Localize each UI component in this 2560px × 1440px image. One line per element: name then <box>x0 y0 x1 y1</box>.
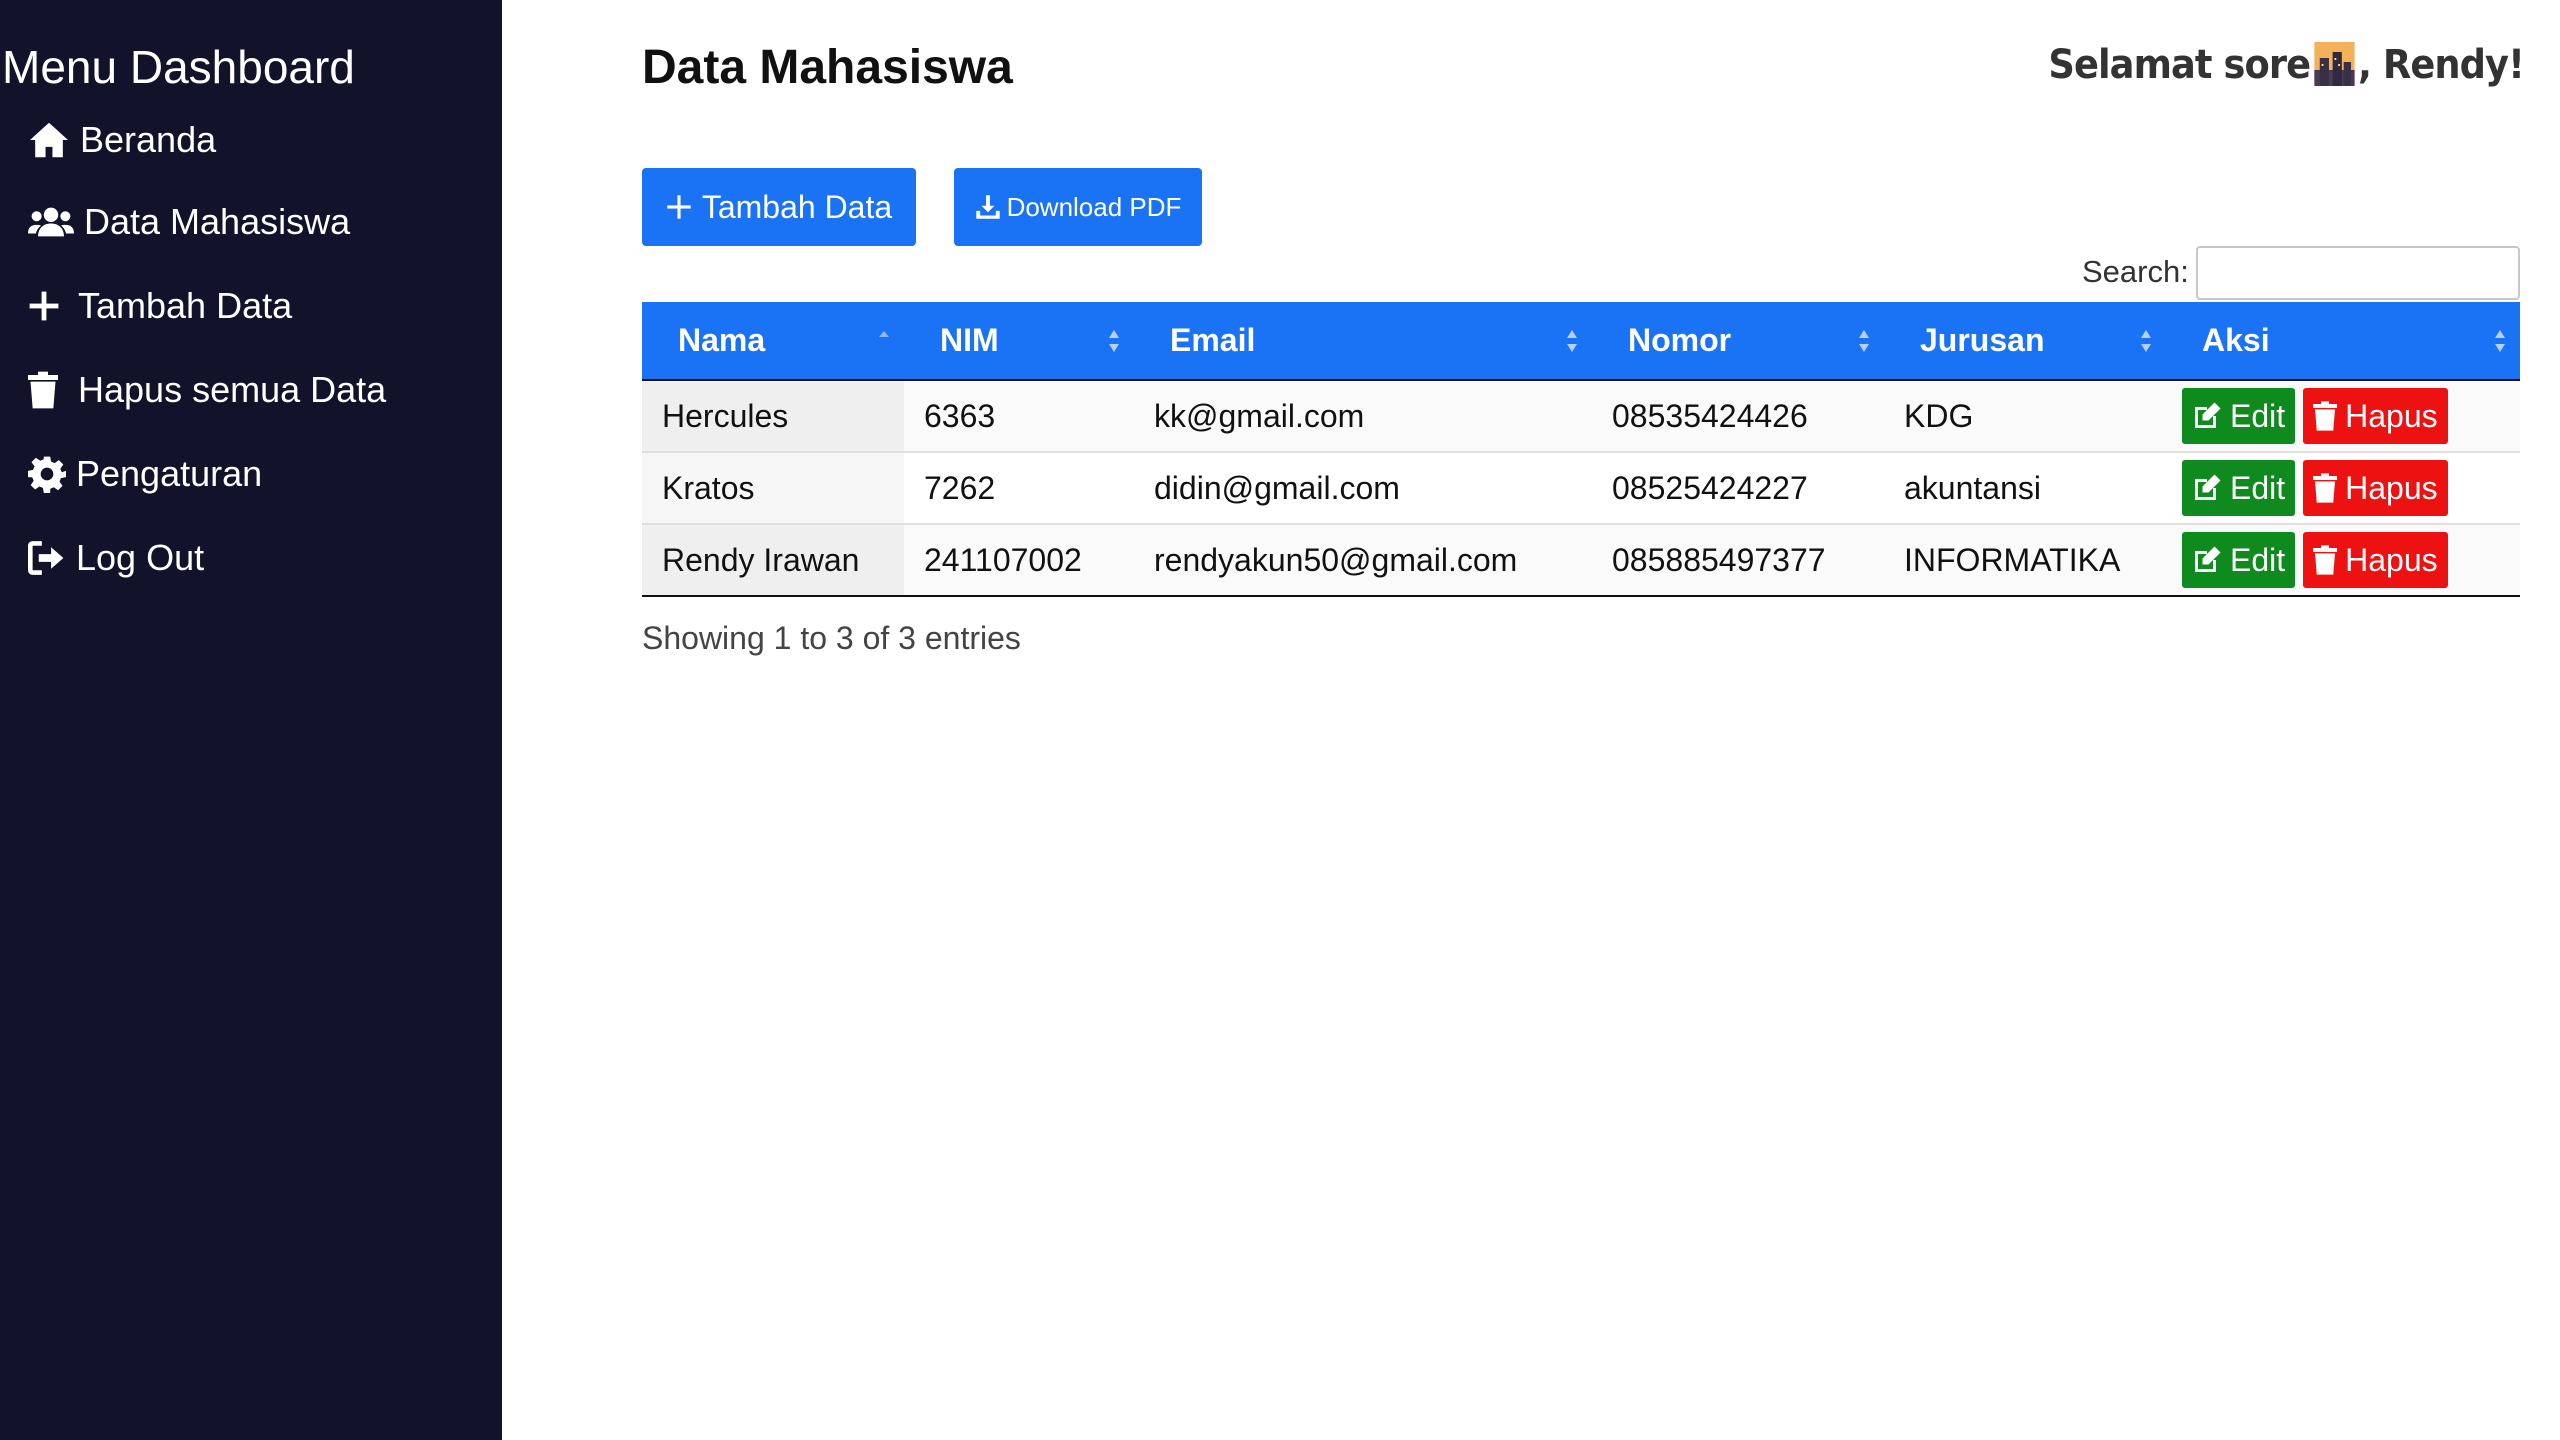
table-row: Kratos 7262 didin@gmail.com 08525424227 … <box>642 452 2520 524</box>
trash-icon <box>2313 473 2338 503</box>
data-table: Nama NIM Email Nomor Jurusan Aksi Hercul… <box>642 302 2520 597</box>
sidebar-item-label: Tambah Data <box>78 285 293 326</box>
cell-nomor: 08525424227 <box>1592 452 1884 524</box>
sort-icon <box>1109 329 1119 352</box>
edit-icon <box>2195 474 2221 500</box>
gear-icon <box>28 452 76 496</box>
sidebar-item-beranda[interactable]: Beranda <box>28 108 216 172</box>
column-header-nim[interactable]: NIM <box>904 302 1134 380</box>
edit-button[interactable]: Edit <box>2182 388 2296 444</box>
trash-icon <box>28 368 78 412</box>
edit-button[interactable]: Edit <box>2182 460 2296 516</box>
cell-nim: 6363 <box>904 380 1134 452</box>
sort-icon <box>1567 329 1577 352</box>
add-data-button[interactable]: Tambah Data <box>642 168 916 246</box>
sidebar-item-label: Pengaturan <box>76 453 263 494</box>
column-header-aksi[interactable]: Aksi <box>2166 302 2520 380</box>
sidebar-item-pengaturan[interactable]: Pengaturan <box>28 442 262 506</box>
cell-nama: Rendy Irawan <box>642 524 904 596</box>
cell-jurusan: INFORMATIKA <box>1884 524 2166 596</box>
sort-icon <box>1859 329 1869 352</box>
city-dusk-icon <box>2313 42 2355 86</box>
greeting: Selamat sore , Rendy! <box>2048 42 2525 88</box>
page-title: Data Mahasiswa <box>642 41 1013 94</box>
cell-nim: 7262 <box>904 452 1134 524</box>
sort-icon <box>2495 329 2505 352</box>
sort-icon <box>2141 329 2151 352</box>
cell-aksi: Edit Hapus <box>2166 524 2520 596</box>
download-pdf-button[interactable]: Download PDF <box>954 168 1202 246</box>
delete-button[interactable]: Hapus <box>2303 532 2448 588</box>
search-label: Search: <box>2082 254 2189 289</box>
table-header-row: Nama NIM Email Nomor Jurusan Aksi <box>642 302 2520 380</box>
sort-asc-icon <box>879 330 889 337</box>
delete-button[interactable]: Hapus <box>2303 460 2448 516</box>
column-header-nomor[interactable]: Nomor <box>1592 302 1884 380</box>
sidebar-item-label: Beranda <box>80 119 217 160</box>
edit-icon <box>2195 546 2221 572</box>
edit-button[interactable]: Edit <box>2182 532 2296 588</box>
delete-button[interactable]: Hapus <box>2303 388 2448 444</box>
cell-email: kk@gmail.com <box>1134 380 1592 452</box>
sidebar-item-label: Log Out <box>76 537 205 578</box>
cell-nama: Kratos <box>642 452 904 524</box>
column-header-email[interactable]: Email <box>1134 302 1592 380</box>
sidebar-item-log-out[interactable]: Log Out <box>28 526 204 590</box>
plus-icon <box>667 195 691 219</box>
sidebar-item-label: Hapus semua Data <box>78 369 387 410</box>
cell-email: rendyakun50@gmail.com <box>1134 524 1592 596</box>
download-pdf-label: Download PDF <box>1006 191 1182 222</box>
table-row: Hercules 6363 kk@gmail.com 08535424426 K… <box>642 380 2520 452</box>
sidebar-title: Menu Dashboard <box>2 41 355 93</box>
cell-aksi: Edit Hapus <box>2166 380 2520 452</box>
cell-nomor: 085885497377 <box>1592 524 1884 596</box>
sidebar-item-hapus-semua-data[interactable]: Hapus semua Data <box>28 358 386 422</box>
sidebar: Menu Dashboard Beranda Data Mahasiswa Ta… <box>0 0 502 1440</box>
cell-jurusan: akuntansi <box>1884 452 2166 524</box>
plus-icon <box>28 284 78 328</box>
column-header-nama[interactable]: Nama <box>642 302 904 380</box>
search-input[interactable] <box>2196 246 2520 300</box>
sidebar-item-label: Data Mahasiswa <box>84 201 351 242</box>
column-header-jurusan[interactable]: Jurusan <box>1884 302 2166 380</box>
cell-email: didin@gmail.com <box>1134 452 1592 524</box>
main-content: Data Mahasiswa Selamat sore , Rendy! Tamb… <box>502 0 2560 1440</box>
cell-jurusan: KDG <box>1884 380 2166 452</box>
trash-icon <box>2313 401 2338 431</box>
greeting-prefix: Selamat sore <box>2048 42 2311 88</box>
cell-nim: 241107002 <box>904 524 1134 596</box>
cell-nomor: 08535424426 <box>1592 380 1884 452</box>
sidebar-item-tambah-data[interactable]: Tambah Data <box>28 274 292 338</box>
greeting-suffix: , Rendy! <box>2357 42 2525 88</box>
trash-icon <box>2313 545 2338 575</box>
add-data-label: Tambah Data <box>701 188 893 225</box>
edit-icon <box>2195 402 2221 428</box>
table-info: Showing 1 to 3 of 3 entries <box>642 620 1021 656</box>
home-icon <box>28 118 80 162</box>
download-icon <box>975 195 1000 219</box>
table-row: Rendy Irawan 241107002 rendyakun50@gmail… <box>642 524 2520 596</box>
cell-aksi: Edit Hapus <box>2166 452 2520 524</box>
cell-nama: Hercules <box>642 380 904 452</box>
users-icon <box>28 200 84 244</box>
logout-icon <box>28 536 76 580</box>
sidebar-item-data-mahasiswa[interactable]: Data Mahasiswa <box>28 190 350 254</box>
